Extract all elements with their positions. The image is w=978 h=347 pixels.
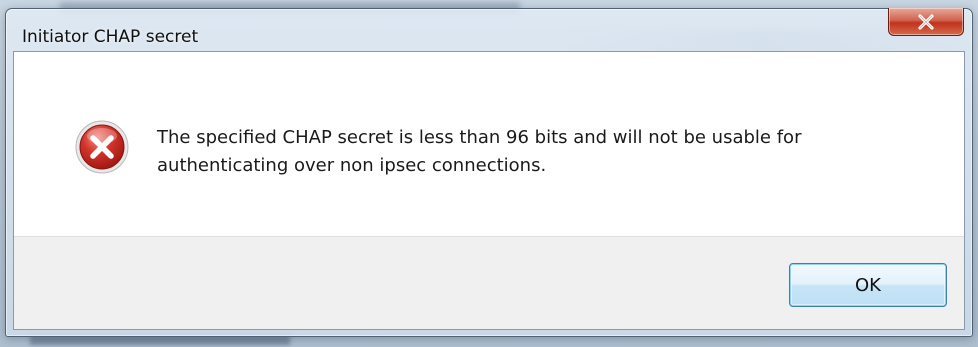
- message-area: The specified CHAP secret is less than 9…: [14, 52, 964, 236]
- close-button[interactable]: [888, 8, 964, 36]
- button-bar: OK: [14, 236, 964, 329]
- title-bar[interactable]: Initiator CHAP secret: [6, 8, 972, 49]
- message-dialog: Initiator CHAP secret The specified CHAP…: [5, 8, 973, 337]
- close-icon: [918, 13, 934, 30]
- ok-button[interactable]: OK: [789, 263, 947, 307]
- dialog-body: The specified CHAP secret is less than 9…: [13, 51, 965, 330]
- message-line: The specified CHAP secret is less than 9…: [157, 127, 802, 148]
- dialog-title: Initiator CHAP secret: [22, 27, 199, 47]
- message-text: The specified CHAP secret is less than 9…: [157, 124, 947, 180]
- error-icon: [75, 120, 129, 174]
- message-line: authenticating over non ipsec connection…: [157, 155, 547, 176]
